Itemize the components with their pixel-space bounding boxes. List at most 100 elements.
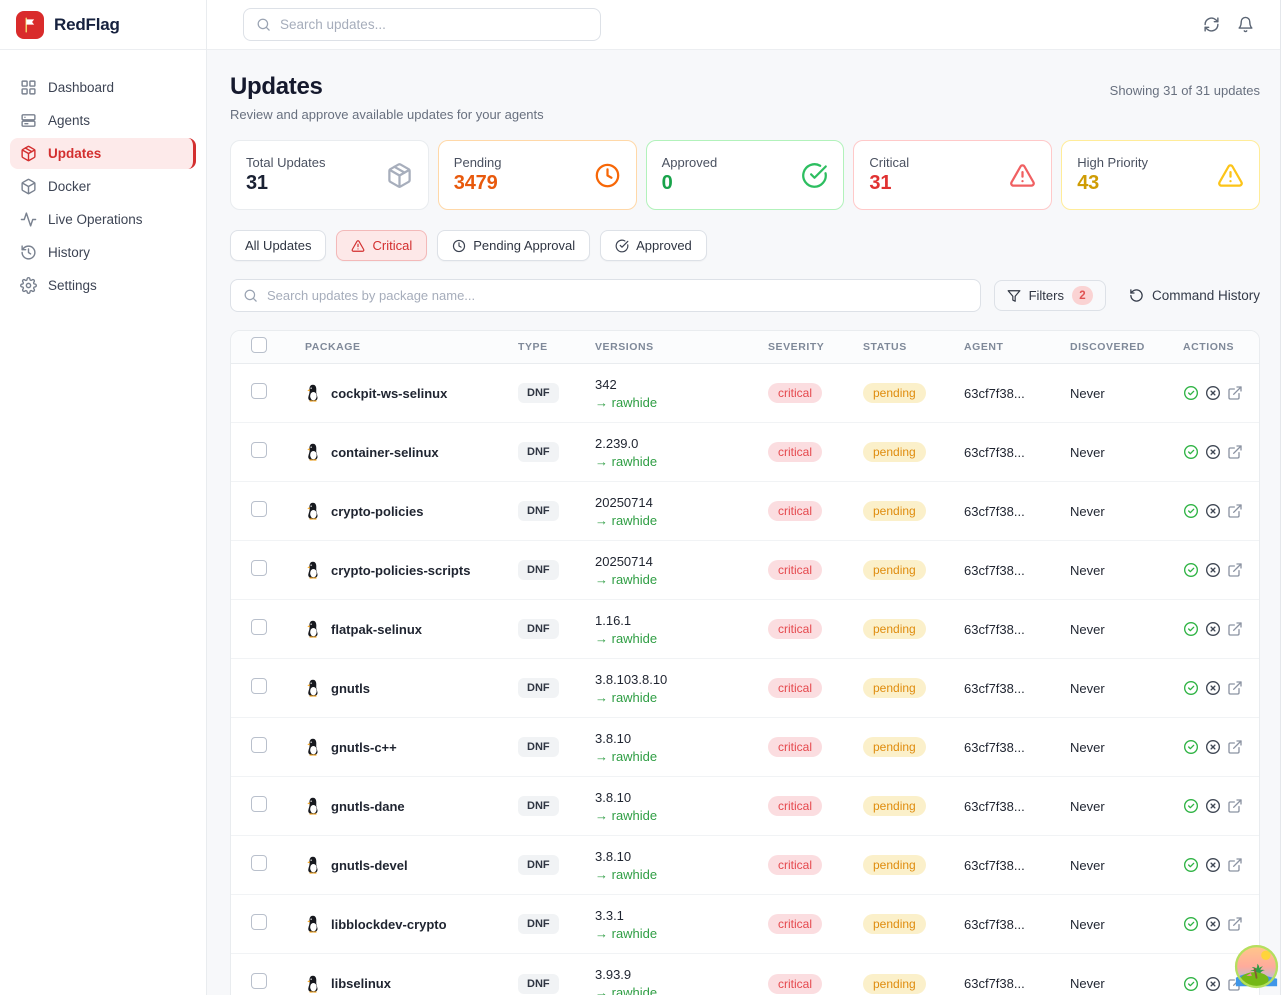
- dismiss-icon[interactable]: [1205, 562, 1221, 578]
- external-link-icon[interactable]: [1227, 444, 1243, 460]
- bell-icon[interactable]: [1237, 16, 1254, 33]
- version-target: → rawhide: [595, 689, 768, 706]
- row-checkbox[interactable]: [251, 973, 267, 989]
- sidebar-item-docker[interactable]: Docker: [10, 171, 196, 202]
- package-name: gnutls-c++: [331, 740, 397, 755]
- dismiss-icon[interactable]: [1205, 503, 1221, 519]
- package-search-input[interactable]: [267, 288, 968, 303]
- version-target: → rawhide: [595, 807, 768, 824]
- external-link-icon[interactable]: [1227, 680, 1243, 696]
- external-link-icon[interactable]: [1227, 739, 1243, 755]
- stat-card-label: High Priority: [1077, 155, 1148, 170]
- dismiss-icon[interactable]: [1205, 739, 1221, 755]
- row-checkbox[interactable]: [251, 383, 267, 399]
- sidebar-header: RedFlag: [0, 0, 206, 50]
- discovered-value: Never: [1070, 740, 1183, 755]
- global-search[interactable]: [243, 8, 601, 41]
- filter-tab-label: Critical: [372, 238, 412, 253]
- package-search[interactable]: [230, 279, 981, 312]
- global-search-input[interactable]: [280, 17, 588, 32]
- approve-icon[interactable]: [1183, 798, 1199, 814]
- sidebar-item-updates[interactable]: Updates: [10, 138, 196, 169]
- dismiss-icon[interactable]: [1205, 916, 1221, 932]
- dismiss-icon[interactable]: [1205, 798, 1221, 814]
- dismiss-icon[interactable]: [1205, 444, 1221, 460]
- row-checkbox[interactable]: [251, 855, 267, 871]
- table-row: cockpit-ws-selinux DNF 342 → rawhide cri…: [231, 364, 1259, 423]
- external-link-icon[interactable]: [1227, 503, 1243, 519]
- row-checkbox[interactable]: [251, 442, 267, 458]
- dismiss-icon[interactable]: [1205, 385, 1221, 401]
- stat-card: Total Updates 31: [230, 140, 429, 210]
- refresh-icon[interactable]: [1203, 16, 1220, 33]
- package-name: flatpak-selinux: [331, 622, 422, 637]
- external-link-icon[interactable]: [1227, 857, 1243, 873]
- approve-icon[interactable]: [1183, 562, 1199, 578]
- external-link-icon[interactable]: [1227, 562, 1243, 578]
- updates-table: PACKAGE TYPE VERSIONS SEVERITY STATUS AG…: [230, 330, 1260, 995]
- external-link-icon[interactable]: [1227, 385, 1243, 401]
- status-badge: pending: [863, 619, 926, 639]
- package-name: container-selinux: [331, 445, 439, 460]
- filter-tab-pending-approval[interactable]: Pending Approval: [437, 230, 590, 261]
- filter-tab-critical[interactable]: Critical: [336, 230, 427, 261]
- filters-count-badge: 2: [1072, 286, 1093, 305]
- approve-icon[interactable]: [1183, 739, 1199, 755]
- agent-id: 63cf7f38...: [964, 445, 1070, 460]
- package-name: crypto-policies: [331, 504, 423, 519]
- sidebar-item-live-operations[interactable]: Live Operations: [10, 204, 196, 235]
- filter-tab-all-updates[interactable]: All Updates: [230, 230, 326, 261]
- dismiss-icon[interactable]: [1205, 857, 1221, 873]
- severity-badge: critical: [768, 914, 822, 934]
- activity-icon: [20, 211, 37, 228]
- select-all-checkbox[interactable]: [251, 337, 267, 353]
- approve-icon[interactable]: [1183, 621, 1199, 637]
- approve-icon[interactable]: [1183, 680, 1199, 696]
- row-checkbox[interactable]: [251, 501, 267, 517]
- table-row: flatpak-selinux DNF 1.16.1 → rawhide cri…: [231, 600, 1259, 659]
- type-badge: DNF: [518, 678, 559, 698]
- version-target: → rawhide: [595, 571, 768, 588]
- filter-tab-approved[interactable]: Approved: [600, 230, 707, 261]
- linux-penguin-icon: [305, 738, 320, 756]
- external-link-icon[interactable]: [1227, 621, 1243, 637]
- external-link-icon[interactable]: [1227, 798, 1243, 814]
- approve-icon[interactable]: [1183, 385, 1199, 401]
- approve-icon[interactable]: [1183, 976, 1199, 992]
- approve-icon[interactable]: [1183, 444, 1199, 460]
- version-current: 1.16.1: [595, 612, 768, 629]
- scrollbar-track[interactable]: [1280, 0, 1288, 995]
- row-checkbox[interactable]: [251, 619, 267, 635]
- agent-id: 63cf7f38...: [964, 386, 1070, 401]
- approve-icon[interactable]: [1183, 857, 1199, 873]
- island-floating-badge[interactable]: [1234, 944, 1279, 989]
- table-header: PACKAGE TYPE VERSIONS SEVERITY STATUS AG…: [231, 331, 1259, 364]
- command-history-button[interactable]: Command History: [1129, 288, 1260, 303]
- dismiss-icon[interactable]: [1205, 976, 1221, 992]
- row-checkbox[interactable]: [251, 796, 267, 812]
- approve-icon[interactable]: [1183, 916, 1199, 932]
- approve-icon[interactable]: [1183, 503, 1199, 519]
- sidebar-item-agents[interactable]: Agents: [10, 105, 196, 136]
- sidebar-item-label: Docker: [48, 179, 91, 194]
- column-header-type: TYPE: [518, 341, 595, 353]
- row-checkbox[interactable]: [251, 914, 267, 930]
- redflag-logo[interactable]: [16, 11, 44, 39]
- row-checkbox[interactable]: [251, 560, 267, 576]
- history-icon: [20, 244, 37, 261]
- sidebar-item-history[interactable]: History: [10, 237, 196, 268]
- sidebar-item-settings[interactable]: Settings: [10, 270, 196, 301]
- table-body: cockpit-ws-selinux DNF 342 → rawhide cri…: [231, 364, 1259, 995]
- row-checkbox[interactable]: [251, 678, 267, 694]
- external-link-icon[interactable]: [1227, 916, 1243, 932]
- sidebar-item-dashboard[interactable]: Dashboard: [10, 72, 196, 103]
- filters-button[interactable]: Filters 2: [994, 280, 1106, 311]
- version-current: 3.8.103.8.10: [595, 671, 768, 688]
- row-checkbox[interactable]: [251, 737, 267, 753]
- dismiss-icon[interactable]: [1205, 621, 1221, 637]
- check-circle-icon: [615, 239, 629, 253]
- sidebar: RedFlag Dashboard Agents Updates Docker …: [0, 0, 207, 995]
- dismiss-icon[interactable]: [1205, 680, 1221, 696]
- filter-tab-label: Approved: [636, 238, 692, 253]
- type-badge: DNF: [518, 619, 559, 639]
